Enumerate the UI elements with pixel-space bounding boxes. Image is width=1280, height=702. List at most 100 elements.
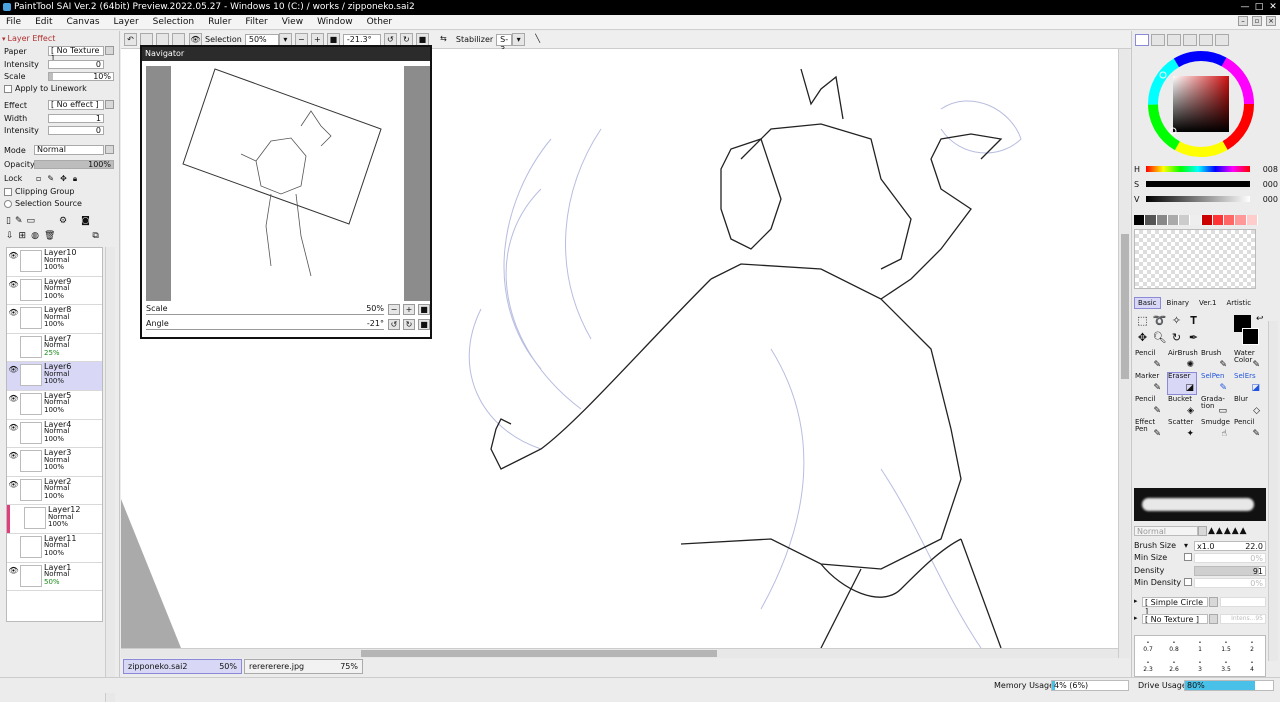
lasso-icon[interactable]: ➰ bbox=[1151, 314, 1168, 331]
rotate-tool-icon[interactable]: ↻ bbox=[1168, 331, 1185, 348]
min-density-checkbox[interactable] bbox=[1184, 578, 1192, 586]
menu-layer[interactable]: Layer bbox=[114, 17, 139, 27]
swap-colors-icon[interactable]: ↩ bbox=[1256, 314, 1264, 324]
nav-angle-slider[interactable] bbox=[146, 329, 384, 330]
brush-size-preset[interactable]: • 0.7 bbox=[1135, 636, 1161, 656]
nav-rotate-right-icon[interactable]: ↻ bbox=[403, 319, 415, 330]
move-tool-icon[interactable]: ✥ bbox=[1134, 331, 1151, 348]
eye-icon[interactable]: 👁︎ bbox=[7, 448, 20, 476]
tool-panel-scrollbar[interactable] bbox=[1268, 321, 1278, 661]
layer-properties-icon[interactable]: ⧉ bbox=[92, 231, 98, 241]
effect-dropdown-icon[interactable] bbox=[105, 100, 114, 109]
brush-size-preset[interactable]: • 3 bbox=[1187, 656, 1213, 676]
tool-pencil[interactable]: Pencil ✎ bbox=[1134, 349, 1164, 372]
layer-row[interactable]: 👁︎ Layer6 Normal 100% bbox=[7, 362, 102, 391]
brush-size-slider[interactable]: x1.0 22.0 bbox=[1194, 541, 1266, 551]
color-wheel-tab-icon[interactable] bbox=[1135, 34, 1149, 46]
layer-row[interactable]: 👁︎ Layer8 Normal 100% bbox=[7, 305, 102, 334]
eye-icon[interactable]: 👁︎ bbox=[7, 362, 20, 390]
expand-icon[interactable]: ▸ bbox=[1134, 597, 1138, 605]
tab-binary[interactable]: Binary bbox=[1163, 297, 1194, 309]
eyedropper-icon[interactable]: ✒ bbox=[1185, 331, 1202, 348]
color-swatch[interactable] bbox=[1212, 215, 1225, 225]
eye-icon[interactable]: 👁︎ bbox=[7, 248, 20, 276]
tool-bucket[interactable]: Bucket ◈ bbox=[1167, 395, 1197, 418]
intensity2-slider[interactable]: 0 bbox=[48, 126, 104, 135]
undo-icon[interactable]: ↶ bbox=[124, 33, 137, 46]
brush-size-preset[interactable]: • 3.5 bbox=[1213, 656, 1239, 676]
color-wheel[interactable] bbox=[1146, 49, 1256, 159]
document-tab[interactable]: rerererere.jpg 75% bbox=[244, 659, 363, 674]
layer-mask-icon[interactable]: ◙ bbox=[81, 216, 90, 226]
new-folder-icon[interactable]: ▭ bbox=[27, 216, 36, 226]
value-slider[interactable] bbox=[1146, 196, 1250, 202]
angle-field[interactable]: -21.3° bbox=[342, 33, 381, 46]
layer-row[interactable]: Layer7 Normal 25% bbox=[7, 334, 102, 363]
magic-wand-icon[interactable]: ✧ bbox=[1168, 314, 1185, 331]
eye-hidden-icon[interactable] bbox=[7, 534, 20, 562]
paper-dropdown-icon[interactable] bbox=[105, 46, 114, 55]
nav-zoom-out-icon[interactable]: − bbox=[388, 304, 400, 315]
brush-shape-select[interactable]: [ Simple Circle ] bbox=[1142, 597, 1208, 616]
menu-other[interactable]: Other bbox=[367, 17, 393, 27]
stabilizer-dropdown-icon[interactable]: ▾ bbox=[512, 33, 526, 46]
selection-source-checkbox[interactable]: Selection Source bbox=[4, 198, 82, 209]
brush-size-preset[interactable]: • 2.3 bbox=[1135, 656, 1161, 676]
blend-mode-dropdown-icon[interactable] bbox=[105, 145, 114, 154]
secondary-color-swatch[interactable] bbox=[1242, 328, 1259, 345]
eye-icon[interactable]: 👁︎ bbox=[7, 563, 20, 591]
brush-mode-select[interactable]: Normal bbox=[1134, 526, 1198, 536]
nav-zoom-reset-icon[interactable]: ■ bbox=[418, 304, 430, 315]
tool-effect-pen[interactable]: Effect Pen ✎ bbox=[1134, 418, 1164, 441]
color-swatch[interactable] bbox=[1235, 215, 1247, 225]
menu-ruler[interactable]: Ruler bbox=[208, 17, 231, 27]
stabilizer-select[interactable]: S-3 bbox=[496, 33, 513, 54]
color-swatch[interactable] bbox=[1246, 215, 1258, 225]
lock-all-icon[interactable]: 🔒︎ bbox=[73, 174, 77, 184]
eye-icon[interactable]: 👁︎ bbox=[7, 391, 20, 419]
color-scratchpad[interactable] bbox=[1134, 229, 1256, 289]
tool-selers[interactable]: SelErs ◪ bbox=[1233, 372, 1263, 395]
tool-marker[interactable]: Marker ✎ bbox=[1134, 372, 1164, 395]
color-swatch[interactable] bbox=[1179, 215, 1191, 225]
tab-artistic[interactable]: Artistic bbox=[1223, 297, 1256, 309]
maximize-button[interactable]: □ bbox=[1252, 0, 1266, 15]
color-swatch[interactable] bbox=[1167, 215, 1180, 225]
brush-shape-dropdown-icon[interactable] bbox=[1209, 597, 1218, 607]
layer-row[interactable]: 👁︎ Layer4 Normal 100% bbox=[7, 420, 102, 449]
tool-brush[interactable]: Brush ✎ bbox=[1200, 349, 1230, 372]
brush-size-preset[interactable]: • 1.5 bbox=[1213, 636, 1239, 656]
scale-slider[interactable]: 10% bbox=[48, 72, 114, 81]
swatches-tab-icon[interactable] bbox=[1183, 34, 1197, 46]
flip-horizontal-icon[interactable]: ⇆ bbox=[437, 33, 450, 46]
layer-list-scrollbar[interactable] bbox=[105, 247, 115, 702]
menu-window[interactable]: Window bbox=[317, 17, 353, 27]
color-swatch[interactable] bbox=[1145, 215, 1157, 225]
tool-scatter[interactable]: Scatter ✦ bbox=[1167, 418, 1197, 441]
layer-row[interactable]: Layer12 Normal 100% bbox=[7, 505, 102, 534]
canvas-vertical-scrollbar[interactable] bbox=[1118, 49, 1130, 658]
close-button[interactable]: ✕ bbox=[1266, 0, 1280, 15]
tool-selpen[interactable]: SelPen ✎ bbox=[1200, 372, 1230, 395]
document-tab[interactable]: zipponeko.sai2 50% bbox=[123, 659, 242, 674]
clipping-group-checkbox[interactable]: Clipping Group bbox=[4, 186, 74, 197]
navigator-title[interactable]: Navigator bbox=[142, 47, 430, 61]
navigator-preview[interactable] bbox=[146, 66, 430, 301]
tab-ver1[interactable]: Ver.1 bbox=[1195, 297, 1220, 309]
color-swatch[interactable] bbox=[1156, 215, 1168, 225]
intensity-slider[interactable]: 0 bbox=[48, 60, 104, 69]
layer-row[interactable]: 👁︎ Layer5 Normal 100% bbox=[7, 391, 102, 420]
color-swatch[interactable] bbox=[1134, 215, 1146, 225]
merge-down-icon[interactable]: ⊞ bbox=[19, 231, 27, 241]
layer-effect-header[interactable]: ▾ Layer Effect bbox=[2, 33, 55, 44]
eye-icon[interactable]: 👁︎ bbox=[7, 277, 20, 305]
tool-eraser[interactable]: Eraser ◪ bbox=[1167, 372, 1197, 395]
brush-size-preset[interactable]: • 0.8 bbox=[1161, 636, 1187, 656]
saturation-slider[interactable] bbox=[1146, 181, 1250, 187]
brush-texture-intensity[interactable]: Intens...95 bbox=[1220, 614, 1266, 624]
brush-mode-dropdown-icon[interactable] bbox=[1198, 526, 1207, 536]
text-tool-icon[interactable]: 𝐓 bbox=[1185, 314, 1202, 331]
brush-shape-intensity[interactable] bbox=[1220, 597, 1266, 607]
transfer-down-icon[interactable]: ⇩ bbox=[6, 231, 14, 241]
layer-row[interactable]: Layer11 Normal 100% bbox=[7, 534, 102, 563]
